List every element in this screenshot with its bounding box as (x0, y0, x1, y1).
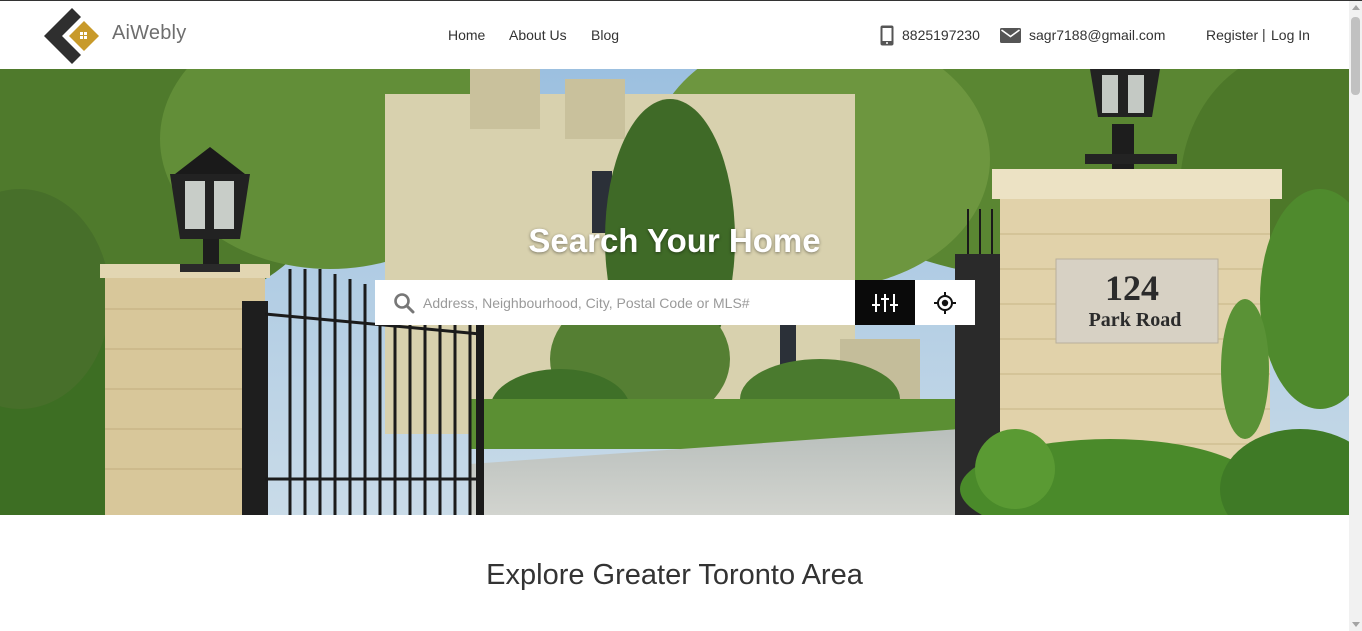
search-input[interactable] (423, 280, 848, 325)
auth-separator: | (1262, 26, 1266, 42)
hero-title: Search Your Home (528, 222, 821, 259)
address-sign-number: 124 (1105, 268, 1159, 308)
scroll-thumb[interactable] (1351, 17, 1360, 95)
mail-icon (1000, 28, 1021, 43)
register-link[interactable]: Register (1206, 27, 1258, 43)
page-scrollbar[interactable] (1349, 1, 1362, 631)
search-bar (375, 280, 855, 325)
brand-name[interactable]: AiWebly (112, 22, 186, 45)
contact-email[interactable]: sagr7188@gmail.com (1029, 27, 1165, 43)
login-link[interactable]: Log In (1271, 27, 1310, 43)
crosshair-icon (934, 291, 956, 314)
hero-banner: 124 Park Road Search Your Home (0, 69, 1349, 515)
nav-home-link[interactable]: Home (448, 27, 485, 43)
contact-phone[interactable]: 8825197230 (902, 27, 980, 43)
nav-about-link[interactable]: About Us (509, 27, 567, 43)
explore-section-title: Explore Greater Toronto Area (486, 559, 863, 591)
site-header: AiWebly Home About Us Blog 8825197230 sa… (0, 1, 1349, 69)
brand-logo-icon[interactable] (44, 8, 102, 64)
scroll-down-arrow-icon[interactable] (1352, 622, 1360, 627)
sliders-icon (872, 293, 898, 312)
search-icon[interactable] (393, 292, 415, 314)
filter-button[interactable] (855, 280, 915, 325)
scroll-up-arrow-icon[interactable] (1352, 5, 1360, 10)
locate-me-button[interactable] (915, 280, 975, 325)
address-sign-street: Park Road (1089, 309, 1182, 331)
nav-blog-link[interactable]: Blog (591, 27, 619, 43)
phone-icon (880, 25, 894, 46)
